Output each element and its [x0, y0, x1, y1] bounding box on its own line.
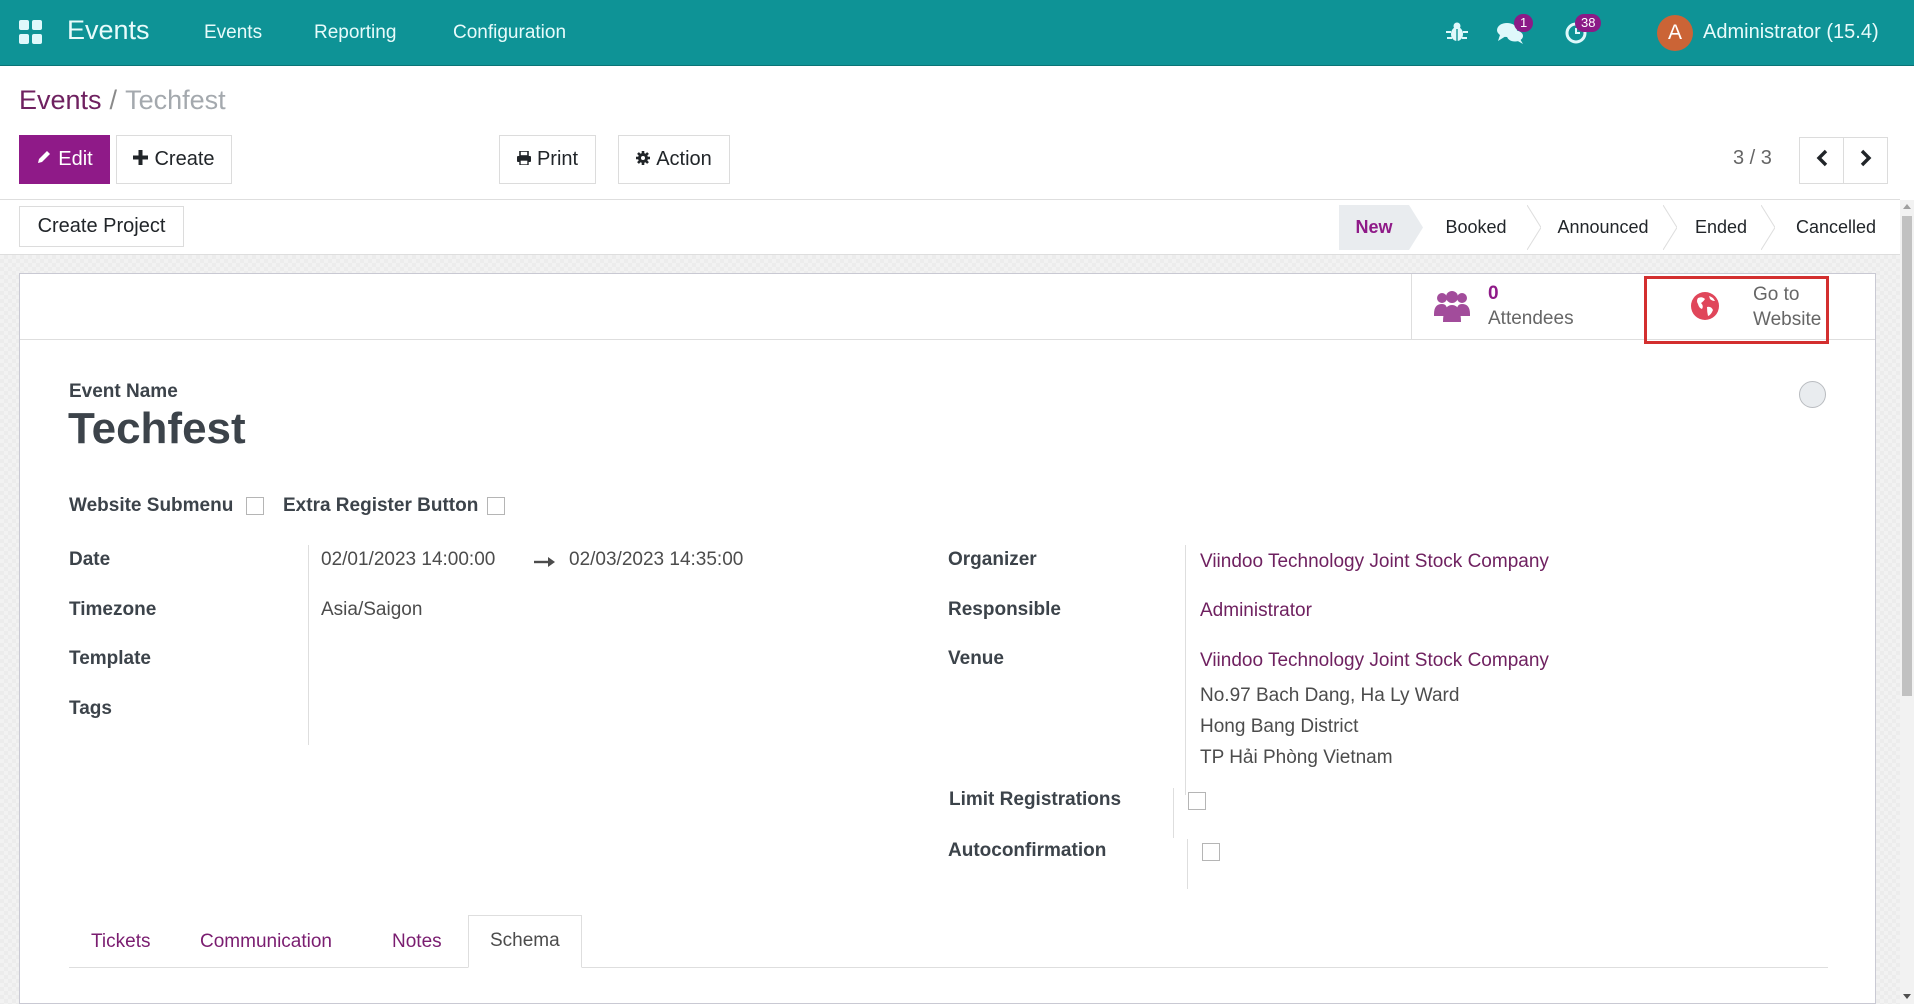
action-button[interactable]: Action — [618, 135, 730, 184]
chevron-left-icon — [1815, 149, 1829, 172]
create-project-label: Create Project — [37, 215, 166, 237]
tab-notes[interactable]: Notes — [372, 931, 462, 968]
edit-label: Edit — [58, 148, 93, 170]
pager-next-button[interactable] — [1843, 137, 1888, 184]
responsible-link[interactable]: Administrator — [1200, 600, 1312, 622]
stage-booked[interactable]: Booked — [1425, 205, 1527, 250]
attendees-count: 0 — [1488, 283, 1499, 304]
venue-address-line: Hong Bang District — [1200, 716, 1359, 737]
event-name-value[interactable]: Techfest — [68, 404, 246, 454]
extra-register-button-checkbox[interactable] — [487, 497, 505, 515]
limit-registrations-label: Limit Registrations — [949, 789, 1122, 810]
field-separator — [1173, 788, 1174, 838]
clock-icon[interactable]: 38 — [1563, 14, 1602, 46]
stage-cancelled-label: Cancelled — [1795, 217, 1877, 237]
field-separator — [308, 545, 309, 745]
organizer-label: Organizer — [948, 549, 1037, 570]
scrollbar-thumb[interactable] — [1902, 216, 1912, 696]
responsible-label: Responsible — [948, 599, 1061, 620]
tab-communication[interactable]: Communication — [180, 931, 352, 968]
users-icon — [1434, 288, 1470, 329]
button-box: 0 Attendees Go to Website — [20, 274, 1875, 344]
highlight-annotation-box — [1644, 276, 1829, 344]
breadcrumb-current: Techfest — [125, 85, 226, 115]
menu-configuration[interactable]: Configuration — [453, 22, 566, 44]
venue-label: Venue — [948, 648, 1004, 669]
breadcrumb-separator: / — [109, 85, 118, 115]
pager-previous-button[interactable] — [1799, 137, 1844, 184]
print-icon — [516, 148, 531, 171]
extra-register-button-label: Extra Register Button — [283, 495, 479, 516]
stage-ended[interactable]: Ended — [1680, 205, 1762, 250]
timezone-label: Timezone — [69, 599, 157, 620]
activities-count-badge: 38 — [1575, 14, 1602, 32]
field-separator — [1187, 839, 1188, 889]
stage-cancelled[interactable]: Cancelled — [1778, 205, 1894, 250]
tab-schema[interactable]: Schema — [468, 915, 582, 968]
scroll-down-arrow-icon[interactable] — [1903, 994, 1911, 999]
autoconfirmation-checkbox[interactable] — [1202, 843, 1220, 861]
attendees-label: Attendees — [1488, 308, 1574, 329]
user-menu[interactable]: Administrator (15.4) — [1703, 21, 1879, 44]
stage-new[interactable]: New — [1339, 205, 1409, 250]
tab-tickets[interactable]: Tickets — [71, 931, 170, 968]
menu-reporting[interactable]: Reporting — [314, 22, 396, 44]
field-separator — [1185, 545, 1186, 795]
stage-arrow — [1409, 205, 1423, 250]
venue-address-line: No.97 Bach Dang, Ha Ly Ward — [1200, 685, 1460, 706]
date-start-value[interactable]: 02/01/2023 14:00:00 — [321, 549, 495, 571]
tags-label: Tags — [69, 698, 112, 719]
apps-grid-icon[interactable] — [19, 20, 43, 44]
chat-icon[interactable]: 1 — [1496, 14, 1534, 46]
template-label: Template — [69, 648, 152, 669]
menu-events[interactable]: Events — [204, 22, 262, 44]
attendees-button[interactable]: 0 Attendees — [1411, 274, 1643, 340]
pager-value[interactable]: 3 / 3 — [1733, 147, 1772, 170]
timezone-value[interactable]: Asia/Saigon — [321, 599, 422, 621]
create-project-button[interactable]: Create Project — [19, 206, 184, 247]
stage-separator — [1761, 205, 1775, 250]
venue-link[interactable]: Viindoo Technology Joint Stock Company — [1200, 650, 1549, 672]
bug-icon[interactable] — [1443, 18, 1471, 46]
messages-count-badge: 1 — [1514, 14, 1534, 32]
kanban-state-indicator[interactable] — [1799, 381, 1826, 408]
website-submenu-checkbox[interactable] — [246, 497, 264, 515]
chevron-right-icon — [1859, 149, 1873, 172]
arrow-right-icon — [534, 555, 556, 573]
autoconfirmation-label: Autoconfirmation — [948, 840, 1107, 861]
event-name-label: Event Name — [69, 381, 178, 402]
gear-icon — [636, 148, 651, 171]
app-name[interactable]: Events — [67, 15, 150, 46]
stage-announced[interactable]: Announced — [1543, 205, 1663, 250]
scrollbar[interactable] — [1900, 200, 1914, 1004]
stage-booked-label: Booked — [1445, 217, 1507, 237]
scroll-up-arrow-icon[interactable] — [1903, 204, 1911, 209]
limit-registrations-checkbox[interactable] — [1188, 792, 1206, 810]
date-label: Date — [69, 549, 111, 570]
website-submenu-label: Website Submenu — [69, 495, 234, 516]
stage-new-label: New — [1355, 217, 1393, 237]
stage-ended-label: Ended — [1694, 217, 1748, 237]
action-label: Action — [656, 148, 712, 170]
stage-separator — [1663, 205, 1677, 250]
top-navbar: Events Events Reporting Configuration 1 … — [0, 0, 1914, 66]
create-button[interactable]: Create — [116, 135, 232, 184]
pencil-icon — [36, 148, 52, 171]
stage-announced-label: Announced — [1557, 217, 1649, 237]
breadcrumb-events-link[interactable]: Events — [19, 85, 102, 115]
organizer-link[interactable]: Viindoo Technology Joint Stock Company — [1200, 551, 1549, 573]
plus-icon — [133, 148, 149, 171]
print-button[interactable]: Print — [499, 135, 596, 184]
print-label: Print — [536, 148, 579, 170]
stage-separator — [1527, 205, 1541, 250]
form-sheet: 0 Attendees Go to Website Event Name Tec… — [19, 273, 1876, 1004]
create-label: Create — [154, 148, 215, 170]
edit-button[interactable]: Edit — [19, 135, 110, 184]
breadcrumb: Events / Techfest — [19, 85, 226, 116]
venue-address-line: TP Hải Phòng Vietnam — [1200, 747, 1393, 768]
avatar[interactable]: A — [1657, 15, 1693, 51]
date-end-value[interactable]: 02/03/2023 14:35:00 — [569, 549, 743, 571]
